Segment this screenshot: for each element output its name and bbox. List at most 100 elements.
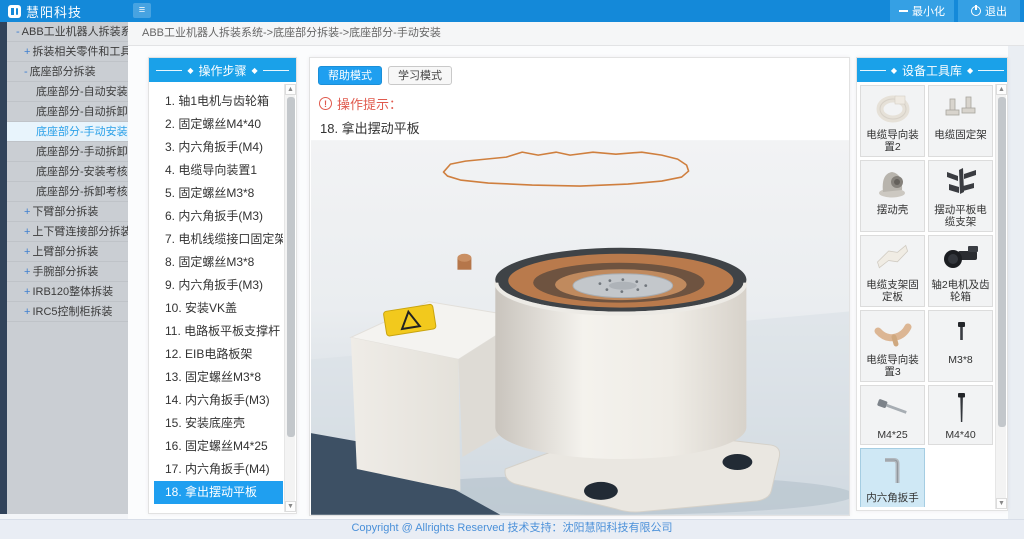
scroll-up-icon[interactable]: ▲ <box>996 84 1007 95</box>
steps-title: 操作步骤 <box>198 62 246 79</box>
expand-icon[interactable]: + <box>24 246 30 258</box>
sidebar-item-label: IRC5控制柜拆装 <box>32 306 112 318</box>
app-logo: 慧阳科技 <box>8 0 82 22</box>
step-item[interactable]: 12. EIB电路板架 <box>154 343 283 366</box>
tools-scrollbar[interactable]: ▲ ▼ <box>995 84 1006 509</box>
learn-mode-button[interactable]: 学习模式 <box>388 66 452 85</box>
breadcrumb: ABB工业机器人拆装系统->底座部分拆装->底座部分-手动安装 <box>142 22 1024 45</box>
exit-label: 退出 <box>985 3 1007 19</box>
step-item[interactable]: 11. 电路板平板支撑杆 <box>154 320 283 343</box>
robot-base-3d-model <box>311 140 849 515</box>
tool-item-label: 轴2电机及齿轮箱 <box>930 279 991 303</box>
sidebar-item-label: 底座部分-安装考核 <box>36 166 128 178</box>
expand-icon[interactable]: + <box>24 226 30 238</box>
step-item[interactable]: 2. 固定螺丝M4*40 <box>154 113 283 136</box>
tool-item[interactable]: 电缆导向装置3 <box>860 310 925 382</box>
3d-viewport[interactable] <box>311 140 849 515</box>
sidebar-item[interactable]: 底座部分-安装考核 <box>7 162 128 182</box>
swing-plate-bracket-icon <box>938 165 984 201</box>
sidebar-item[interactable]: +下臂部分拆装 <box>7 202 128 222</box>
sidebar-item[interactable]: +上下臂连接部分拆装 <box>7 222 128 242</box>
tool-item[interactable]: 轴2电机及齿轮箱 <box>928 235 993 307</box>
scrollbar-thumb[interactable] <box>287 97 295 437</box>
sidebar-item[interactable]: 底座部分-手动安装 <box>7 122 128 142</box>
step-item[interactable]: 6. 内六角扳手(M3) <box>154 205 283 228</box>
sidebar-item-label: ABB工业机器人拆装系统 <box>22 26 128 38</box>
step-item[interactable]: 5. 固定螺丝M3*8 <box>154 182 283 205</box>
tool-item-label: M3*8 <box>948 354 973 366</box>
tool-item[interactable]: 电缆导向装置2 <box>860 85 925 157</box>
sidebar-menu: -ABB工业机器人拆装系统+拆装相关零件和工具清单-底座部分拆装底座部分-自动安… <box>7 22 128 514</box>
sidebar-item[interactable]: 底座部分-手动拆卸 <box>7 142 128 162</box>
tool-item-label: 电缆支架固定板 <box>862 279 923 303</box>
sidebar-item[interactable]: 底座部分-自动安装 <box>7 82 128 102</box>
sidebar-item-label: 上下臂连接部分拆装 <box>32 226 128 238</box>
hex-key-icon <box>870 453 916 489</box>
expand-icon[interactable]: + <box>24 46 30 58</box>
expand-icon[interactable]: + <box>24 266 30 278</box>
axis2-motor-icon <box>938 240 984 276</box>
step-item[interactable]: 17. 内六角扳手(M4) <box>154 458 283 481</box>
step-item[interactable]: 14. 内六角扳手(M3) <box>154 389 283 412</box>
sidebar-item[interactable]: -ABB工业机器人拆装系统 <box>7 22 128 42</box>
tool-item[interactable]: M4*25 <box>860 385 925 445</box>
step-item[interactable]: 3. 内六角扳手(M4) <box>154 136 283 159</box>
sidebar-item[interactable]: -底座部分拆装 <box>7 62 128 82</box>
exit-button[interactable]: 退出 <box>958 0 1020 22</box>
step-item[interactable]: 1. 轴1电机与齿轮箱 <box>154 90 283 113</box>
sidebar-item[interactable]: 底座部分-拆卸考核 <box>7 182 128 202</box>
minimize-label: 最小化 <box>912 3 945 19</box>
tool-item[interactable]: 摆动壳 <box>860 160 925 232</box>
sidebar-item-label: 底座部分-拆卸考核 <box>36 186 128 198</box>
help-mode-button[interactable]: 帮助模式 <box>318 66 382 85</box>
tool-item-label: 内六角扳手 <box>866 492 919 504</box>
collapse-icon[interactable]: - <box>24 66 28 78</box>
collapse-icon[interactable]: - <box>16 26 20 38</box>
sidebar-item[interactable]: +上臂部分拆装 <box>7 242 128 262</box>
step-item[interactable]: 15. 安装底座壳 <box>154 412 283 435</box>
step-item[interactable]: 7. 电机线缆接口固定架 <box>154 228 283 251</box>
tool-item[interactable]: 电缆固定架 <box>928 85 993 157</box>
tool-item[interactable]: 电缆支架固定板 <box>860 235 925 307</box>
sidebar-item-label: 底座部分-自动安装 <box>36 86 128 98</box>
step-item[interactable]: 18. 拿出摆动平板 <box>154 481 283 504</box>
tool-item[interactable]: 摆动平板电缆支架 <box>928 160 993 232</box>
scroll-down-icon[interactable]: ▼ <box>996 498 1007 509</box>
expand-icon[interactable]: + <box>24 306 30 318</box>
minimize-button[interactable]: 最小化 <box>890 0 954 22</box>
expand-icon[interactable]: + <box>24 286 30 298</box>
expand-icon[interactable]: + <box>24 206 30 218</box>
cable-guide-curved-icon <box>870 315 916 351</box>
sidebar-item-label: 底座部分-手动安装 <box>36 126 128 138</box>
menu-fold-icon[interactable]: ≡ <box>133 3 151 18</box>
steps-scrollbar[interactable]: ▲ ▼ <box>284 84 295 512</box>
sidebar-item-label: 上臂部分拆装 <box>32 246 98 258</box>
step-item[interactable]: 8. 固定螺丝M3*8 <box>154 251 283 274</box>
scroll-up-icon[interactable]: ▲ <box>285 84 296 95</box>
scrollbar-thumb[interactable] <box>998 97 1006 427</box>
scroll-down-icon[interactable]: ▼ <box>285 501 296 512</box>
step-item[interactable]: 10. 安装VK盖 <box>154 297 283 320</box>
copyright-text: Copyright @ Allrights Reserved 技术支持：沈阳慧阳… <box>0 520 1024 537</box>
sidebar-item[interactable]: 底座部分-自动拆卸 <box>7 102 128 122</box>
step-item[interactable]: 9. 内六角扳手(M3) <box>154 274 283 297</box>
sidebar-item[interactable]: +IRC5控制柜拆装 <box>7 302 128 322</box>
tool-item[interactable]: 内六角扳手 <box>860 448 925 507</box>
step-item[interactable]: 16. 固定螺丝M4*25 <box>154 435 283 458</box>
tool-item-label: 电缆导向装置2 <box>862 129 923 153</box>
sidebar-item[interactable]: +手腕部分拆装 <box>7 262 128 282</box>
footer: Copyright @ Allrights Reserved 技术支持：沈阳慧阳… <box>0 519 1024 539</box>
tool-item-label: 电缆固定架 <box>934 129 987 141</box>
sidebar-item-label: 拆装相关零件和工具清单 <box>32 46 128 58</box>
cable-clamp-icon <box>938 90 984 126</box>
step-item[interactable]: 4. 电缆导向装置1 <box>154 159 283 182</box>
sidebar-edge-strip <box>0 22 7 514</box>
tool-item-label: 摆动壳 <box>877 204 909 216</box>
tools-grid: 电缆导向装置2 电缆固定架摆动壳 摆动平板电缆支架电缆支架固定板轴2电机及齿轮箱电缆… <box>860 85 993 507</box>
step-item[interactable]: 13. 固定螺丝M3*8 <box>154 366 283 389</box>
logo-text: 慧阳科技 <box>26 2 82 21</box>
tool-item[interactable]: M4*40 <box>928 385 993 445</box>
sidebar-item[interactable]: +IRB120整体拆装 <box>7 282 128 302</box>
sidebar-item[interactable]: +拆装相关零件和工具清单 <box>7 42 128 62</box>
tool-item[interactable]: M3*8 <box>928 310 993 382</box>
